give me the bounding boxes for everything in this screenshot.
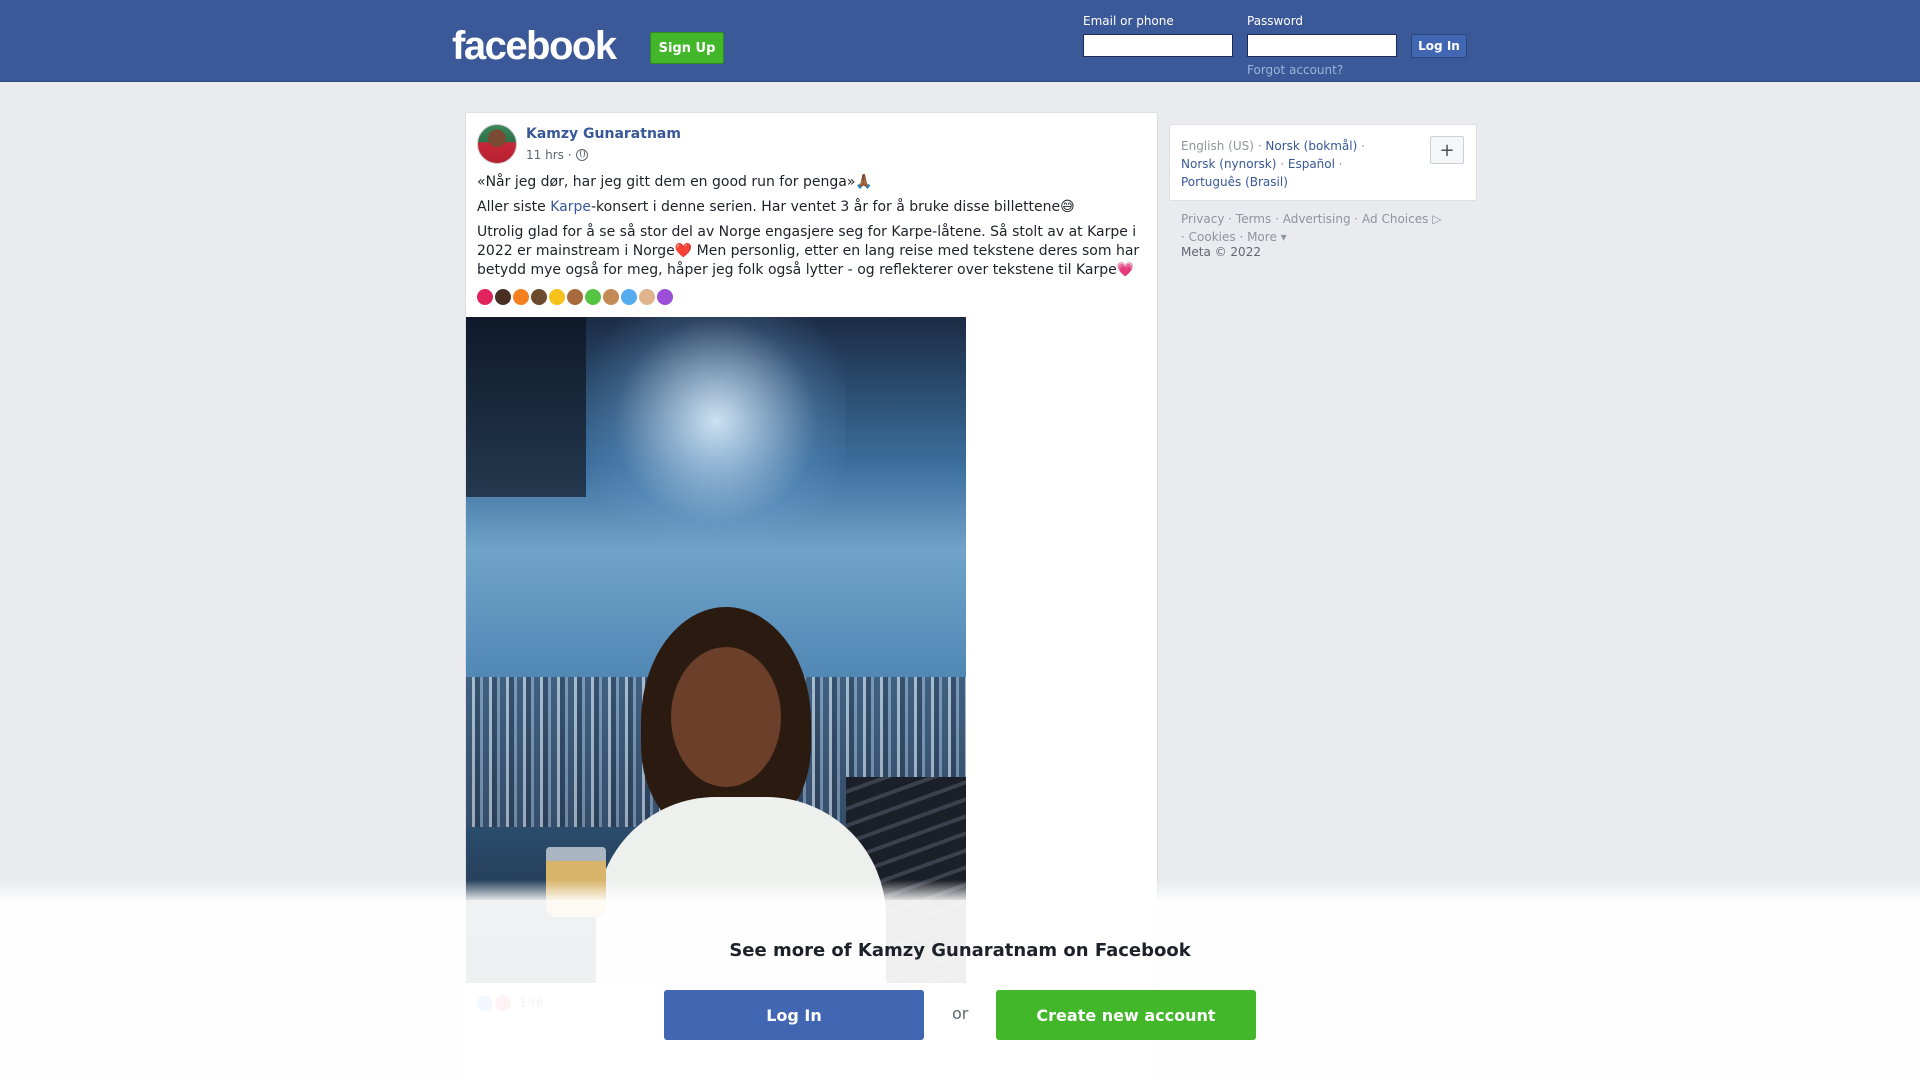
forgot-account-link[interactable]: Forgot account? xyxy=(1247,63,1343,77)
log-in-button[interactable]: Log In xyxy=(1411,34,1467,58)
emoji-icon xyxy=(495,289,511,305)
post-timestamp[interactable]: 11 hrs · xyxy=(526,148,572,162)
emoji-row xyxy=(477,289,673,305)
photo-detail xyxy=(466,317,586,497)
chevron-down-icon: ▾ xyxy=(1276,230,1287,244)
overlay-title: See more of Kamzy Gunaratnam on Facebook xyxy=(729,940,1191,961)
overlay-fade xyxy=(0,880,1920,900)
language-link[interactable]: Norsk (bokmål) xyxy=(1265,139,1357,153)
post-text: «Når jeg dør, har jeg gitt dem en good r… xyxy=(477,173,1147,286)
ad-choices-icon: ▷ xyxy=(1428,212,1442,226)
password-label: Password xyxy=(1247,14,1304,28)
or-separator: or xyxy=(952,1004,969,1023)
author-avatar[interactable] xyxy=(477,124,517,164)
footer-links: Privacy · Terms · Advertising · Ad Choic… xyxy=(1181,212,1442,244)
emoji-icon xyxy=(621,289,637,305)
karpe-link[interactable]: Karpe xyxy=(550,199,591,215)
post-paragraph: Aller siste Karpe-konsert i denne serien… xyxy=(477,198,1147,217)
copyright: Meta © 2022 xyxy=(1181,245,1261,259)
more-languages-button[interactable]: + xyxy=(1430,136,1464,164)
cookies-link[interactable]: Cookies xyxy=(1189,230,1236,244)
privacy-link[interactable]: Privacy xyxy=(1181,212,1224,226)
photo-detail xyxy=(671,647,781,787)
email-input[interactable] xyxy=(1083,34,1233,57)
facebook-logo[interactable]: facebook xyxy=(452,24,617,69)
post-text-fragment: -konsert i denne serien. Har ventet 3 år… xyxy=(591,199,1075,215)
email-label: Email or phone xyxy=(1083,14,1174,28)
language-link[interactable]: Español xyxy=(1288,157,1335,171)
emoji-icon xyxy=(513,289,529,305)
emoji-icon xyxy=(639,289,655,305)
emoji-icon xyxy=(531,289,547,305)
emoji-icon xyxy=(585,289,601,305)
emoji-icon xyxy=(603,289,619,305)
overlay-log-in-button[interactable]: Log In xyxy=(664,990,924,1040)
post-meta: 11 hrs · xyxy=(526,148,588,162)
emoji-icon xyxy=(549,289,565,305)
login-prompt-overlay: See more of Kamzy Gunaratnam on Facebook… xyxy=(0,900,1920,1080)
email-field-group: Email or phone xyxy=(1083,14,1233,57)
password-field-group: Password xyxy=(1247,14,1397,57)
terms-link[interactable]: Terms xyxy=(1236,212,1271,226)
globe-icon xyxy=(575,149,588,161)
emoji-icon xyxy=(477,289,493,305)
current-language: English (US) xyxy=(1181,139,1254,153)
ad-choices-link[interactable]: Ad Choices xyxy=(1362,212,1428,226)
more-link[interactable]: More xyxy=(1247,230,1277,244)
language-link[interactable]: Norsk (nynorsk) xyxy=(1181,157,1276,171)
sign-up-button[interactable]: Sign Up xyxy=(650,32,724,64)
emoji-icon xyxy=(657,289,673,305)
post-paragraph: Utrolig glad for å se så stor del av Nor… xyxy=(477,224,1140,278)
create-account-button[interactable]: Create new account xyxy=(996,990,1256,1040)
advertising-link[interactable]: Advertising xyxy=(1283,212,1351,226)
top-navigation-bar: facebook Sign Up Email or phone Password… xyxy=(0,0,1920,82)
password-input[interactable] xyxy=(1247,34,1397,57)
emoji-icon xyxy=(567,289,583,305)
photo-detail xyxy=(586,317,846,577)
author-name[interactable]: Kamzy Gunaratnam xyxy=(526,126,681,142)
post-text-fragment: Aller siste xyxy=(477,199,551,215)
language-link[interactable]: Português (Brasil) xyxy=(1181,175,1288,189)
post-paragraph: «Når jeg dør, har jeg gitt dem en good r… xyxy=(477,174,873,190)
